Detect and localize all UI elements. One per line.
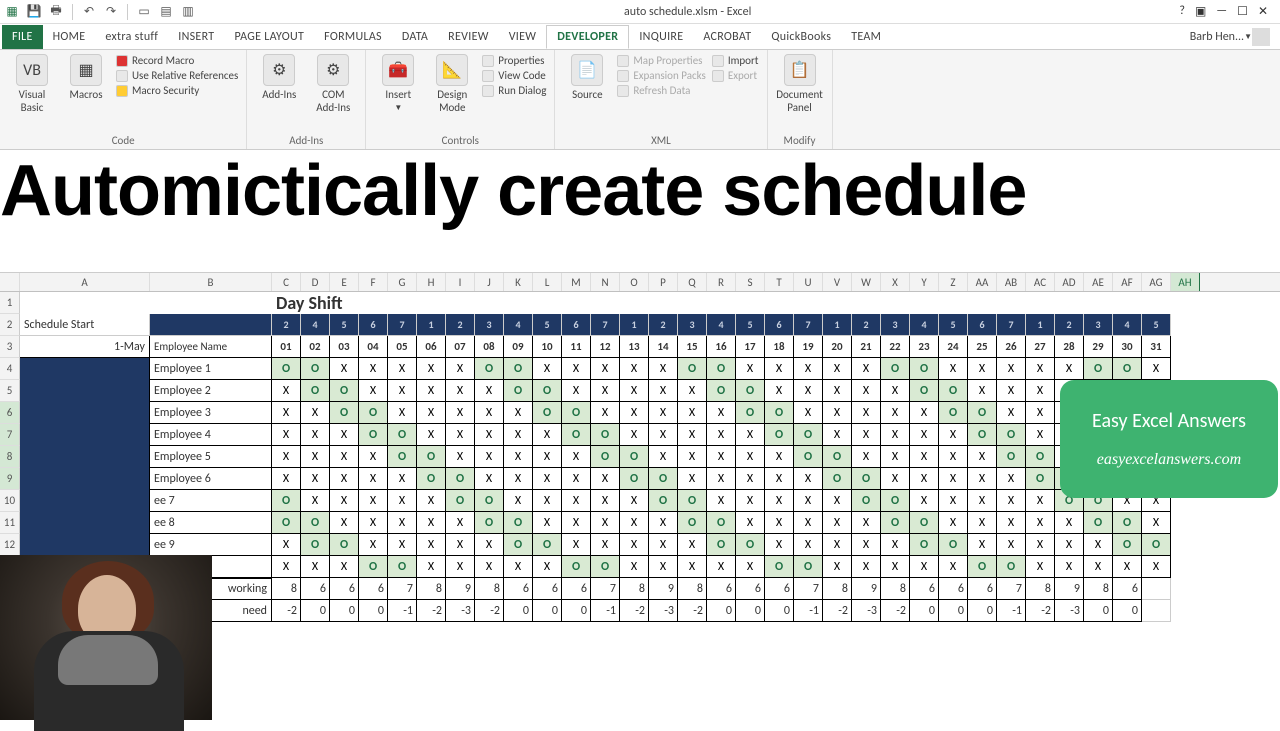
- col-header-O[interactable]: O: [620, 273, 649, 291]
- tab-inquire[interactable]: INQUIRE: [629, 25, 693, 49]
- ribbon-group-controls: 🧰Insert▼ 📐Design Mode Properties View Co…: [366, 50, 555, 149]
- tab-formulas[interactable]: FORMULAS: [314, 25, 392, 49]
- col-header-I[interactable]: I: [446, 273, 475, 291]
- col-header-W[interactable]: W: [852, 273, 881, 291]
- account-menu[interactable]: Barb Hen... ▼: [1180, 25, 1280, 49]
- ribbon-tabs: FILEHOMEextra stuffINSERTPAGE LAYOUTFORM…: [0, 24, 1280, 50]
- col-header-R[interactable]: R: [707, 273, 736, 291]
- col-header-AH[interactable]: AH: [1171, 273, 1200, 291]
- window-controls: ? ▣ — ☐ ✕: [1179, 4, 1276, 19]
- print-icon[interactable]: 🖶: [48, 4, 64, 20]
- tab-view[interactable]: VIEW: [499, 25, 547, 49]
- tab-page-layout[interactable]: PAGE LAYOUT: [224, 25, 314, 49]
- col-header-AD[interactable]: AD: [1055, 273, 1084, 291]
- redo-icon[interactable]: ↷: [103, 4, 119, 20]
- presenter-avatar: [0, 555, 212, 720]
- addins-button[interactable]: ⚙Add-Ins: [255, 54, 303, 101]
- tab-data[interactable]: DATA: [392, 25, 438, 49]
- col-header-M[interactable]: M: [562, 273, 591, 291]
- ribbon-group-modify: 📋Document Panel Modify: [768, 50, 833, 149]
- col-header-Y[interactable]: Y: [910, 273, 939, 291]
- col-header-AA[interactable]: AA: [968, 273, 997, 291]
- maximize-icon[interactable]: ☐: [1237, 4, 1248, 19]
- tab-quickbooks[interactable]: QuickBooks: [761, 25, 841, 49]
- column-headers[interactable]: ABCDEFGHIJKLMNOPQRSTUVWXYZAAABACADAEAFAG…: [0, 272, 1280, 292]
- excel-icon: ▦: [4, 4, 20, 20]
- col-header-H[interactable]: H: [417, 273, 446, 291]
- source-button[interactable]: 📄Source: [563, 54, 611, 101]
- col-header-S[interactable]: S: [736, 273, 765, 291]
- col-header-AG[interactable]: AG: [1142, 273, 1171, 291]
- col-header-AC[interactable]: AC: [1026, 273, 1055, 291]
- tab-file[interactable]: FILE: [2, 25, 43, 49]
- col-header-P[interactable]: P: [649, 273, 678, 291]
- promo-badge: Easy Excel Answers easyexcelanswers.com: [1060, 380, 1278, 498]
- close-icon[interactable]: ✕: [1258, 4, 1268, 19]
- relative-refs-button[interactable]: Use Relative References: [116, 69, 238, 82]
- properties-button[interactable]: Properties: [482, 54, 546, 67]
- save-icon[interactable]: 💾: [26, 4, 42, 20]
- export-button[interactable]: Export: [712, 69, 759, 82]
- ribbon: VBVisual Basic ▦Macros Record Macro Use …: [0, 50, 1280, 150]
- document-panel-button[interactable]: 📋Document Panel: [776, 54, 824, 114]
- col-header-F[interactable]: F: [359, 273, 388, 291]
- promo-title: Easy Excel Answers: [1092, 409, 1246, 433]
- com-addins-button[interactable]: ⚙COM Add-Ins: [309, 54, 357, 114]
- map-properties-button[interactable]: Map Properties: [617, 54, 705, 67]
- promo-url: easyexcelanswers.com: [1097, 451, 1241, 469]
- qat-icon-2[interactable]: ▤: [158, 4, 174, 20]
- visual-basic-button[interactable]: VBVisual Basic: [8, 54, 56, 114]
- col-header-C[interactable]: C: [272, 273, 301, 291]
- tab-extra-stuff[interactable]: extra stuff: [95, 25, 168, 49]
- qat-icon-1[interactable]: ▭: [136, 4, 152, 20]
- col-header-G[interactable]: G: [388, 273, 417, 291]
- minimize-icon[interactable]: —: [1216, 4, 1227, 19]
- col-header-K[interactable]: K: [504, 273, 533, 291]
- col-header-Q[interactable]: Q: [678, 273, 707, 291]
- col-header-X[interactable]: X: [881, 273, 910, 291]
- tab-home[interactable]: HOME: [43, 25, 96, 49]
- col-header-N[interactable]: N: [591, 273, 620, 291]
- insert-control-button[interactable]: 🧰Insert▼: [374, 54, 422, 113]
- col-header-J[interactable]: J: [475, 273, 504, 291]
- help-icon[interactable]: ?: [1179, 4, 1185, 19]
- record-macro-button[interactable]: Record Macro: [116, 54, 238, 67]
- refresh-data-button[interactable]: Refresh Data: [617, 84, 705, 97]
- macros-button[interactable]: ▦Macros: [62, 54, 110, 101]
- col-header-AE[interactable]: AE: [1084, 273, 1113, 291]
- window-title: auto schedule.xlsm - Excel: [202, 5, 1173, 19]
- col-header-Z[interactable]: Z: [939, 273, 968, 291]
- ribbon-group-code: VBVisual Basic ▦Macros Record Macro Use …: [0, 50, 247, 149]
- quick-access-toolbar: ▦ 💾 🖶 ↶ ↷ ▭ ▤ ▥ auto schedule.xlsm - Exc…: [0, 0, 1280, 24]
- ribbon-group-label: Code: [8, 132, 238, 147]
- tab-acrobat[interactable]: ACROBAT: [693, 25, 761, 49]
- macro-security-button[interactable]: Macro Security: [116, 84, 238, 97]
- tab-review[interactable]: REVIEW: [438, 25, 499, 49]
- ribbon-group-xml: 📄Source Map Properties Expansion Packs R…: [555, 50, 767, 149]
- col-header-V[interactable]: V: [823, 273, 852, 291]
- undo-icon[interactable]: ↶: [81, 4, 97, 20]
- col-header-AF[interactable]: AF: [1113, 273, 1142, 291]
- tab-insert[interactable]: INSERT: [168, 25, 224, 49]
- ribbon-options-icon[interactable]: ▣: [1195, 4, 1206, 19]
- col-header-E[interactable]: E: [330, 273, 359, 291]
- design-mode-button[interactable]: 📐Design Mode: [428, 54, 476, 114]
- col-header-D[interactable]: D: [301, 273, 330, 291]
- run-dialog-button[interactable]: Run Dialog: [482, 84, 546, 97]
- tab-developer[interactable]: DEVELOPER: [546, 25, 629, 49]
- ribbon-group-addins: ⚙Add-Ins ⚙COM Add-Ins Add-Ins: [247, 50, 366, 149]
- tutorial-title-overlay: Automictically create schedule: [0, 150, 1280, 232]
- col-header-L[interactable]: L: [533, 273, 562, 291]
- col-header-A[interactable]: A: [20, 273, 150, 291]
- view-code-button[interactable]: View Code: [482, 69, 546, 82]
- import-button[interactable]: Import: [712, 54, 759, 67]
- col-header-U[interactable]: U: [794, 273, 823, 291]
- col-header-T[interactable]: T: [765, 273, 794, 291]
- select-all-triangle[interactable]: [0, 273, 20, 291]
- qat-icon-3[interactable]: ▥: [180, 4, 196, 20]
- expansion-packs-button[interactable]: Expansion Packs: [617, 69, 705, 82]
- col-header-B[interactable]: B: [150, 273, 272, 291]
- col-header-AB[interactable]: AB: [997, 273, 1026, 291]
- tab-team[interactable]: TEAM: [841, 25, 891, 49]
